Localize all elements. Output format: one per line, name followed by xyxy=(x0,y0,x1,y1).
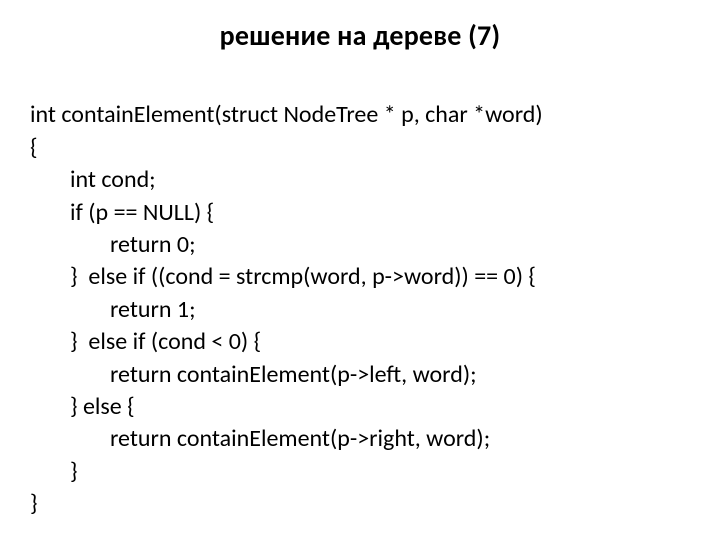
code-line: if (p == NULL) { xyxy=(30,197,214,229)
code-line: return containElement(p->left, word); xyxy=(30,359,477,391)
code-line: } else if (cond < 0) { xyxy=(30,326,261,358)
code-block: int containElement(struct NodeTree * p, … xyxy=(30,67,690,553)
code-line: { xyxy=(30,133,38,162)
slide: решение на дереве (7) int containElement… xyxy=(0,0,720,540)
slide-title: решение на дереве (7) xyxy=(30,18,690,53)
code-line: } xyxy=(30,489,38,518)
code-line: int cond; xyxy=(30,164,156,196)
code-line: return 0; xyxy=(30,229,196,261)
code-line: } xyxy=(30,456,78,488)
code-line: return 1; xyxy=(30,294,196,326)
code-line: return containElement(p->right, word); xyxy=(30,423,490,455)
code-line: } else if ((cond = strcmp(word, p->word)… xyxy=(30,261,536,293)
code-line: } else { xyxy=(30,391,135,423)
code-line: int containElement(struct NodeTree * p, … xyxy=(30,100,543,129)
